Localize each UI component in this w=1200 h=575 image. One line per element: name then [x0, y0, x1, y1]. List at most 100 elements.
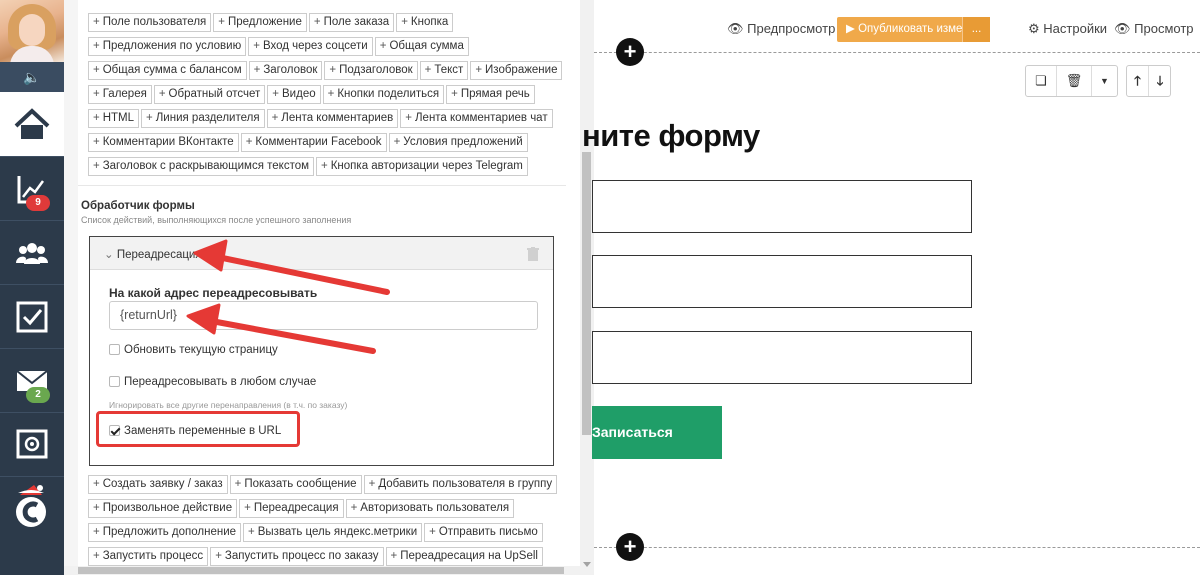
action-type-button[interactable]: + Переадресация: [239, 499, 344, 518]
action-type-button[interactable]: + Показать сообщение: [229, 475, 362, 494]
settings-link[interactable]: ⚙ Настройки: [1028, 21, 1107, 37]
add-block-icon[interactable]: +: [616, 38, 644, 66]
block-type-button[interactable]: + Заголовок: [248, 61, 323, 80]
plus-icon: +: [271, 112, 279, 124]
preview-link[interactable]: 👁 Предпросмотр: [727, 21, 835, 37]
block-type-button[interactable]: + HTML: [88, 109, 140, 128]
block-type-button[interactable]: + Заголовок с раскрывающимся текстом: [88, 157, 315, 176]
block-type-button[interactable]: + Лента комментариев: [266, 109, 399, 128]
block-type-button[interactable]: + Поле заказа: [308, 13, 395, 32]
block-type-button[interactable]: + Кнопка: [396, 13, 454, 32]
action-type-label: Предложить дополнение: [102, 526, 237, 538]
refresh-checkbox-row[interactable]: Обновить текущую страницу: [109, 344, 278, 357]
action-type-label: Запустить процесс: [102, 550, 204, 562]
copy-icon[interactable]: ❏: [1026, 66, 1057, 96]
block-type-label: Общая сумма: [389, 40, 464, 52]
action-type-button[interactable]: + Произвольное действие: [88, 499, 238, 518]
speaker-icon[interactable]: 🔈: [0, 62, 64, 92]
sidebar-item-home[interactable]: [0, 92, 64, 156]
redirect-url-input[interactable]: {returnUrl}: [109, 301, 538, 330]
action-type-button[interactable]: + Запустить процесс по заказу: [210, 547, 384, 566]
action-type-button[interactable]: + Вызвать цель яндекс.метрики: [243, 523, 423, 542]
block-type-button[interactable]: + Линия разделителя: [141, 109, 265, 128]
block-type-button[interactable]: + Кнопка авторизации через Telegram: [316, 157, 528, 176]
block-type-button[interactable]: + Изображение: [470, 61, 563, 80]
block-type-row: + Комментарии ВКонтакте + Комментарии Faceb…: [88, 133, 558, 157]
action-type-button[interactable]: + Предложить дополнение: [88, 523, 242, 542]
redirect-action-card: ⌄ Переадресация На какой адрес переадрес…: [89, 236, 554, 466]
avatar[interactable]: [0, 0, 64, 62]
always-redirect-checkbox[interactable]: [109, 376, 120, 387]
form-input-1[interactable]: [592, 180, 972, 233]
add-block-icon-bottom[interactable]: +: [616, 533, 644, 561]
block-type-button[interactable]: + Текст: [419, 61, 469, 80]
block-type-row: + Галерея + Обратный отсчет + Видео + Кнопки по…: [88, 85, 558, 109]
block-type-button[interactable]: + Комментарии Facebook: [240, 133, 387, 152]
action-type-label: Показать сообщение: [244, 478, 357, 490]
plus-icon: +: [93, 502, 100, 514]
action-type-button[interactable]: + Добавить пользователя в группу: [363, 475, 558, 494]
replace-vars-checkbox[interactable]: [109, 425, 120, 436]
block-type-button[interactable]: + Прямая речь: [446, 85, 535, 104]
form-input-2[interactable]: [592, 255, 972, 308]
plus-icon: +: [327, 88, 335, 100]
block-type-label: Обратный отсчет: [168, 88, 261, 100]
sidebar-item-logo[interactable]: [0, 476, 64, 546]
sidebar-item-mail[interactable]: 2: [0, 348, 64, 412]
block-type-button[interactable]: + Комментарии ВКонтакте: [88, 133, 239, 152]
arrow-down-icon[interactable]: 🡓: [1149, 66, 1171, 96]
always-redirect-checkbox-row[interactable]: Переадресовывать в любом случае: [109, 376, 316, 389]
block-type-button[interactable]: + Кнопки поделиться: [322, 85, 445, 104]
block-type-label: Комментарии Facebook: [255, 136, 382, 148]
action-type-button[interactable]: + Отправить письмо: [424, 523, 543, 542]
caret-down-icon[interactable]: ▼: [1092, 66, 1117, 96]
plus-icon: +: [245, 136, 253, 148]
card-header[interactable]: ⌄ Переадресация: [90, 237, 553, 270]
replace-vars-checkbox-row[interactable]: Заменять переменные в URL: [109, 425, 281, 438]
block-type-button[interactable]: + Лента комментариев чат: [400, 109, 553, 128]
form-input-3[interactable]: [592, 331, 972, 384]
settings-panel: + Поле пользователя + Предложение + Поле зака…: [64, 0, 594, 575]
arrow-up-icon[interactable]: 🡑: [1127, 66, 1149, 96]
plus-icon: +: [313, 16, 321, 28]
submit-button[interactable]: Записаться: [592, 406, 722, 459]
publish-more-button[interactable]: ...: [962, 17, 990, 42]
block-type-button[interactable]: + Видео: [267, 85, 321, 104]
trash-icon[interactable]: [527, 247, 539, 264]
block-type-button[interactable]: + Обратный отсчет: [153, 85, 266, 104]
action-type-label: Отправить письмо: [438, 526, 538, 538]
trash-icon[interactable]: 🗑: [1057, 66, 1092, 96]
block-type-button[interactable]: + Предложения по условию: [88, 37, 247, 56]
sidebar-item-safe[interactable]: [0, 412, 64, 476]
block-type-button[interactable]: + Галерея: [88, 85, 152, 104]
getcourse-logo-icon: [16, 485, 46, 527]
sidebar-item-users[interactable]: [0, 220, 64, 284]
block-type-button[interactable]: + Общая сумма с балансом: [88, 61, 247, 80]
gear-icon: ⚙: [1028, 21, 1040, 36]
scroll-down-icon[interactable]: [583, 562, 591, 567]
scrollbar-thumb-horizontal[interactable]: [78, 567, 564, 574]
block-type-button[interactable]: + Вход через соцсети: [248, 37, 373, 56]
block-type-label: Лента комментариев чат: [415, 112, 548, 124]
action-type-button[interactable]: + Запустить процесс: [88, 547, 209, 566]
block-type-button[interactable]: + Подзаголовок: [324, 61, 418, 80]
action-type-button[interactable]: + Переадресация на UpSell: [385, 547, 543, 566]
block-type-button[interactable]: + Поле пользователя: [88, 13, 212, 32]
refresh-checkbox[interactable]: [109, 344, 120, 355]
chevron-down-icon: ⌄: [104, 249, 114, 261]
play-icon: ▶: [846, 23, 855, 35]
block-type-button[interactable]: + Предложение: [213, 13, 307, 32]
card-title[interactable]: ⌄ Переадресация: [104, 247, 202, 261]
action-type-button[interactable]: + Создать заявку / заказ: [88, 475, 228, 494]
block-type-button[interactable]: + Условия предложений: [388, 133, 528, 152]
sidebar-item-tasks[interactable]: [0, 284, 64, 348]
block-type-row: + Предложения по условию + Вход через соцсе…: [88, 37, 558, 61]
sidebar-item-stats[interactable]: 9: [0, 156, 64, 220]
view-link[interactable]: 👁 Просмотр: [1114, 21, 1194, 37]
scrollbar-thumb[interactable]: [582, 152, 591, 435]
action-type-button[interactable]: + Авторизовать пользователя: [345, 499, 515, 518]
block-separator: [594, 52, 1200, 53]
panel-horizontal-scrollbar[interactable]: [64, 566, 580, 575]
publish-button[interactable]: ▶ Опубликовать изменения ...: [837, 17, 994, 42]
block-type-button[interactable]: + Общая сумма: [374, 37, 469, 56]
